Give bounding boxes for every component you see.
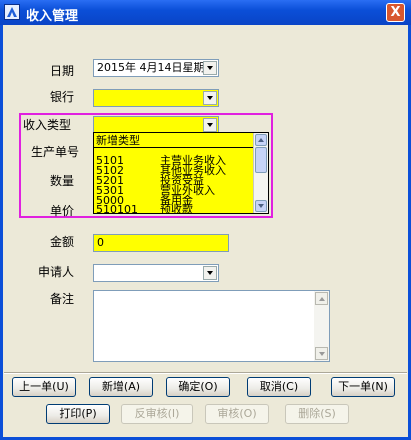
- unit-price-label: 单价: [50, 204, 75, 218]
- dropdown-header-label: 新增类型: [96, 134, 140, 147]
- app-icon: [4, 4, 20, 20]
- bank-select[interactable]: [93, 89, 219, 107]
- date-picker[interactable]: 2015年 4月14日星期二: [93, 59, 219, 77]
- next-record-button[interactable]: 下一单(N): [331, 377, 395, 397]
- chevron-down-icon[interactable]: [203, 61, 217, 75]
- dropdown-scrollbar[interactable]: [253, 133, 268, 213]
- applicant-select[interactable]: [93, 264, 219, 282]
- title-bar: 收入管理 X: [0, 0, 411, 25]
- item-name: 预收款: [160, 203, 193, 214]
- scroll-up-icon[interactable]: [255, 134, 267, 146]
- delete-button[interactable]: 删除(S): [285, 404, 349, 424]
- cancel-button[interactable]: 取消(C): [247, 377, 311, 397]
- dropdown-header[interactable]: 新增类型: [96, 135, 140, 146]
- close-button[interactable]: X: [386, 3, 405, 22]
- window-border-left: [0, 25, 3, 440]
- remarks-scrollbar[interactable]: [314, 291, 329, 361]
- income-type-label: 收入类型: [23, 118, 72, 132]
- scroll-down-icon[interactable]: [255, 200, 267, 212]
- chevron-down-icon[interactable]: [203, 118, 217, 132]
- amount-label: 金额: [50, 235, 75, 249]
- unreview-button[interactable]: 反审核(I): [121, 404, 193, 424]
- dropdown-divider: [94, 147, 254, 148]
- confirm-button[interactable]: 确定(O): [166, 377, 230, 397]
- production-no-label: 生产单号: [31, 145, 80, 159]
- prev-record-button[interactable]: 上一单(U): [12, 377, 76, 397]
- bank-label: 银行: [50, 90, 75, 104]
- scroll-thumb[interactable]: [255, 147, 267, 173]
- chevron-down-icon[interactable]: [203, 91, 217, 105]
- income-management-window: 收入管理 X 日期 2015年 4月14日星期二 银行 收入类型 生产单号 数量…: [0, 0, 411, 440]
- applicant-label: 申请人: [38, 265, 75, 279]
- item-code: 510101: [96, 203, 138, 214]
- review-button[interactable]: 审核(O): [205, 404, 269, 424]
- chevron-down-icon[interactable]: [203, 266, 217, 280]
- remarks-textarea[interactable]: [93, 290, 330, 362]
- scroll-down-icon[interactable]: [315, 347, 328, 360]
- button-separator: [4, 372, 407, 374]
- income-type-dropdown-list[interactable]: 新增类型 5101 主营业务收入 5102 其他业务收入 5201 投资受益 5301…: [93, 132, 269, 214]
- amount-input[interactable]: 0: [93, 234, 229, 252]
- scroll-up-icon[interactable]: [315, 292, 328, 305]
- date-value: 2015年 4月14日星期二: [97, 61, 216, 74]
- quantity-label: 数量: [50, 174, 75, 188]
- remarks-label: 备注: [50, 292, 75, 306]
- print-button[interactable]: 打印(P): [46, 404, 110, 424]
- amount-value: 0: [97, 236, 104, 249]
- date-label: 日期: [50, 64, 75, 78]
- window-title: 收入管理: [26, 9, 79, 24]
- add-button[interactable]: 新增(A): [89, 377, 153, 397]
